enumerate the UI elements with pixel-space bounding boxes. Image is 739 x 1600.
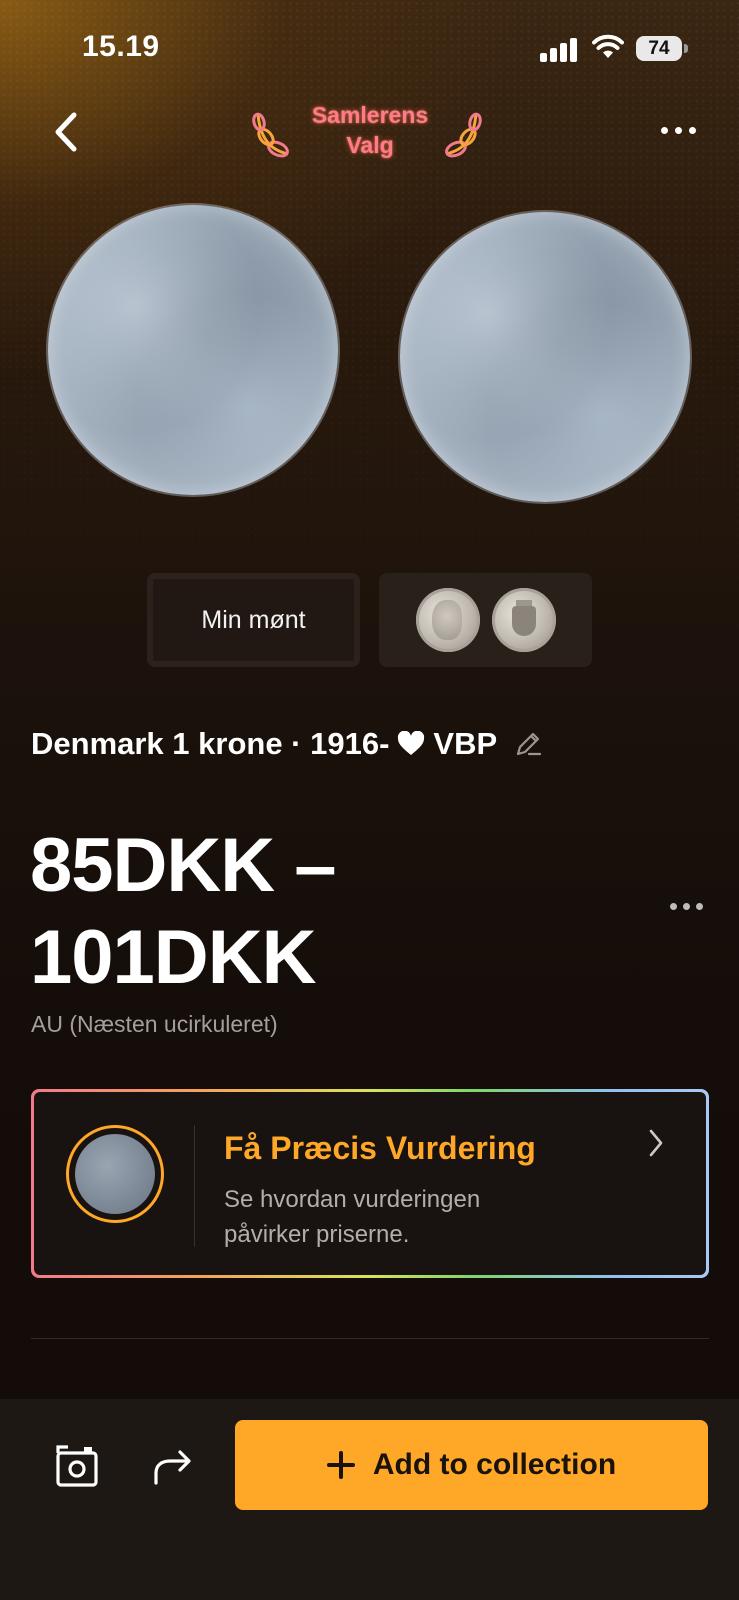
battery-level: 74 xyxy=(648,38,670,59)
section-divider xyxy=(31,1338,709,1339)
coin-title-prefix: Denmark 1 krone · 1916- xyxy=(31,726,390,761)
coin-photo-obverse[interactable] xyxy=(48,205,338,495)
reference-coin-tab[interactable] xyxy=(379,573,592,667)
badge-label: Samlerens Valg xyxy=(296,100,444,160)
more-horizontal-icon xyxy=(660,126,668,134)
laurel-right-icon xyxy=(445,112,482,158)
wifi-icon xyxy=(592,34,624,58)
heart-icon xyxy=(398,731,425,755)
status-time: 15.19 xyxy=(82,30,160,63)
coin-photo-reverse[interactable] xyxy=(400,212,690,502)
back-button[interactable] xyxy=(44,104,88,160)
camera-icon[interactable] xyxy=(54,1443,100,1489)
reference-reverse-thumbnail xyxy=(491,588,556,652)
appraisal-coin-thumbnail xyxy=(66,1125,164,1223)
badge-line-2: Valg xyxy=(346,132,394,158)
laurel-left-icon xyxy=(252,112,289,158)
battery-icon: 74 xyxy=(636,36,688,61)
more-options-button[interactable] xyxy=(652,110,704,150)
reference-obverse-thumbnail xyxy=(415,588,480,652)
my-coin-tab[interactable]: Min mønt xyxy=(147,573,360,667)
chevron-right-icon xyxy=(649,1129,663,1157)
status-bar: 15.19 74 xyxy=(0,0,739,100)
my-coin-label: Min mønt xyxy=(201,605,306,634)
signal-icon xyxy=(540,36,580,62)
add-to-collection-button[interactable]: Add to collection xyxy=(235,1420,708,1510)
chevron-left-icon xyxy=(55,112,77,152)
share-icon[interactable] xyxy=(150,1443,196,1489)
card-divider xyxy=(194,1125,195,1247)
price-options-button[interactable] xyxy=(670,898,710,914)
add-to-collection-label: Add to collection xyxy=(372,1448,617,1481)
bottom-action-bar: Add to collection xyxy=(0,1399,739,1600)
collectors-choice-badge: Samlerens Valg xyxy=(248,96,492,168)
edit-icon[interactable] xyxy=(513,729,543,759)
appraisal-subtitle: Se hvordan vurderingen påvirker priserne… xyxy=(224,1186,481,1248)
appraisal-title: Få Præcis Vurdering xyxy=(224,1130,536,1166)
coin-title: Denmark 1 krone · 1916- VBP xyxy=(31,726,543,762)
price-range: 85DKK – 101DKK xyxy=(30,823,337,1000)
precise-appraisal-card[interactable]: Få Præcis Vurdering Se hvordan vurdering… xyxy=(31,1089,709,1278)
more-horizontal-icon xyxy=(670,902,677,910)
coin-grade: AU (Næsten ucirkuleret) xyxy=(31,1011,278,1037)
badge-line-1: Samlerens xyxy=(311,102,429,128)
coin-title-suffix: VBP xyxy=(433,726,498,761)
plus-icon xyxy=(326,1451,355,1479)
